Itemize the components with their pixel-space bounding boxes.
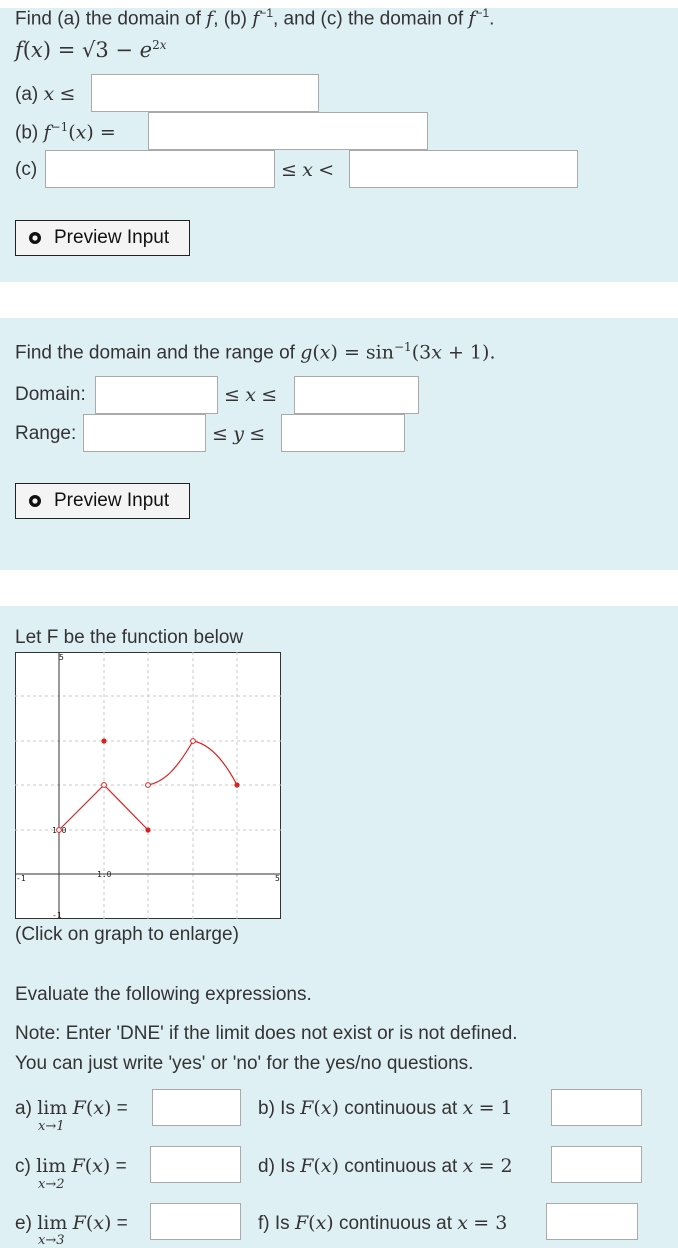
- eye-icon: [29, 495, 41, 507]
- open-point-x0: [56, 827, 62, 833]
- problem-3-intro: Let F be the function below: [15, 627, 244, 648]
- tick-label-x-left: -1: [16, 874, 26, 883]
- open-point-x2: [145, 782, 151, 788]
- question-a-input[interactable]: [152, 1089, 241, 1126]
- problem-2-prompt: Find the domain and the range of g(x) = …: [15, 340, 496, 364]
- answer-a-input[interactable]: [91, 74, 319, 112]
- question-e-label: e) lim F(x) =: [15, 1212, 128, 1234]
- range-label: Range:: [15, 423, 77, 444]
- question-c-limit-sub: x→2: [38, 1177, 65, 1192]
- tick-label-x-right: 5: [275, 874, 280, 883]
- function-graph[interactable]: 5 -1 1.0 1.0 5 -1: [15, 652, 281, 919]
- range-lower-input[interactable]: [83, 414, 206, 452]
- question-b-label: b) Is F(x) continuous at x = 1: [258, 1097, 513, 1119]
- preview-input-label-1: Preview Input: [54, 227, 170, 248]
- closed-point-x4: [234, 782, 240, 788]
- answer-c-label: (c): [15, 159, 38, 180]
- question-c-label: c) lim F(x) =: [15, 1155, 127, 1177]
- question-f-label: f) Is F(x) continuous at x = 3: [258, 1212, 508, 1234]
- eye-icon: [29, 232, 41, 244]
- evaluate-text: Evaluate the following expressions.: [15, 984, 312, 1005]
- problem-1-function: f(x) = √3 − e2x: [15, 38, 167, 62]
- answer-c-relation: ≤ x <: [281, 159, 335, 181]
- domain-lower-input[interactable]: [95, 376, 218, 414]
- tick-label-y-bottom: -1: [52, 911, 62, 919]
- question-d-input[interactable]: [551, 1146, 642, 1183]
- domain-relation: ≤ x ≤: [224, 384, 278, 406]
- answer-c-lower-input[interactable]: [45, 150, 275, 188]
- open-point-x1: [101, 782, 107, 788]
- question-b-input[interactable]: [551, 1089, 642, 1126]
- tick-label-y-top: 5: [59, 653, 64, 662]
- answer-c-upper-input[interactable]: [349, 150, 578, 188]
- range-relation: ≤ y ≤: [212, 423, 266, 445]
- closed-point-x2: [145, 827, 151, 833]
- domain-upper-input[interactable]: [294, 376, 419, 414]
- tick-label-x-one: 1.0: [97, 870, 112, 879]
- open-point-x3: [190, 738, 196, 744]
- preview-input-button-1[interactable]: Preview Input: [15, 220, 190, 256]
- question-d-label: d) Is F(x) continuous at x = 2: [258, 1155, 513, 1177]
- question-a-label: a) lim F(x) =: [15, 1097, 128, 1119]
- range-upper-input[interactable]: [281, 414, 405, 452]
- preview-input-button-2[interactable]: Preview Input: [15, 483, 190, 519]
- answer-b-label: (b) f−1(x) =: [15, 120, 116, 144]
- closed-point-x1: [101, 738, 107, 744]
- yesno-text: You can just write 'yes' or 'no' for the…: [15, 1053, 474, 1074]
- graph-caption: (Click on graph to enlarge): [15, 924, 239, 945]
- question-e-input[interactable]: [150, 1203, 241, 1240]
- preview-input-label-2: Preview Input: [54, 490, 170, 511]
- domain-label: Domain:: [15, 384, 86, 405]
- answer-b-input[interactable]: [148, 112, 428, 150]
- answer-a-label: (a) x ≤: [15, 83, 76, 105]
- note-text: Note: Enter 'DNE' if the limit does not …: [15, 1023, 518, 1044]
- problem-1-header: Find (a) the domain of f, (b) f−1, and (…: [15, 6, 495, 30]
- question-f-input[interactable]: [546, 1203, 638, 1240]
- question-a-limit-sub: x→1: [38, 1119, 65, 1134]
- question-e-limit-sub: x→3: [38, 1233, 65, 1248]
- question-c-input[interactable]: [150, 1146, 241, 1183]
